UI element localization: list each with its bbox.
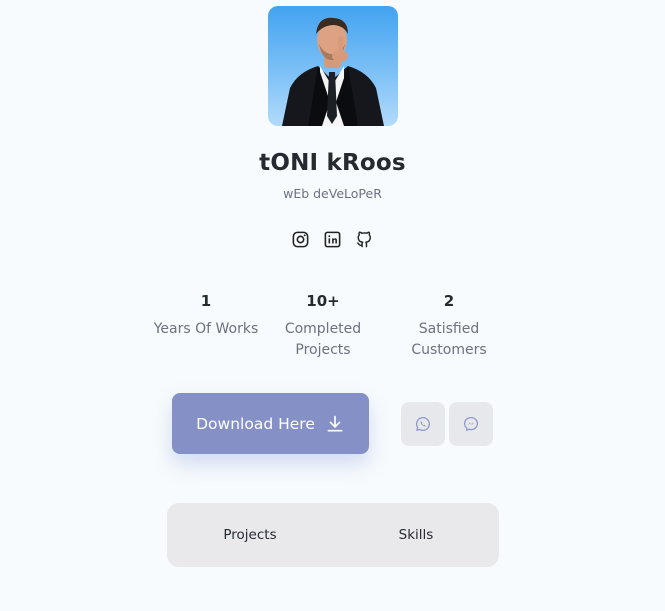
- stat-projects: 10+ Completed Projects: [263, 292, 383, 361]
- messenger-icon: [463, 416, 479, 432]
- stat-projects-label: Completed Projects: [284, 321, 362, 358]
- download-button[interactable]: Download Here: [172, 393, 369, 454]
- download-button-label: Download Here: [196, 414, 315, 433]
- whatsapp-icon: [415, 416, 430, 431]
- profile-avatar: [268, 6, 398, 126]
- stat-projects-value: 10+: [306, 292, 340, 310]
- stat-customers-value: 2: [443, 292, 455, 310]
- instagram-link[interactable]: [291, 230, 310, 249]
- github-link[interactable]: [355, 230, 374, 249]
- messenger-button[interactable]: [449, 402, 493, 446]
- stat-customers-label: Satisfied Customers: [411, 321, 487, 358]
- whatsapp-button[interactable]: [401, 402, 445, 446]
- social-links: [0, 230, 665, 249]
- profile-name: tONI kRoos: [259, 150, 406, 176]
- tab-skills[interactable]: Skills: [333, 503, 499, 567]
- avatar-portrait: [282, 17, 384, 126]
- download-icon: [327, 415, 343, 431]
- stat-customers: 2 Satisfied Customers: [389, 292, 509, 361]
- stat-years-value: 1: [200, 292, 212, 310]
- stat-years-label: Years Of Works: [153, 321, 259, 337]
- section-tabs: Projects Skills: [167, 503, 499, 567]
- tab-projects[interactable]: Projects: [167, 503, 333, 567]
- stat-years: 1 Years Of Works: [146, 292, 266, 340]
- profile-role: wEb deVeLoPeR: [283, 186, 382, 201]
- github-icon: [357, 231, 371, 248]
- linkedin-icon: [324, 231, 341, 248]
- linkedin-link[interactable]: [323, 230, 342, 249]
- instagram-icon: [292, 231, 309, 248]
- profile-page: tONI kRoos wEb deVeLoPeR 1 Years Of Work…: [0, 0, 665, 611]
